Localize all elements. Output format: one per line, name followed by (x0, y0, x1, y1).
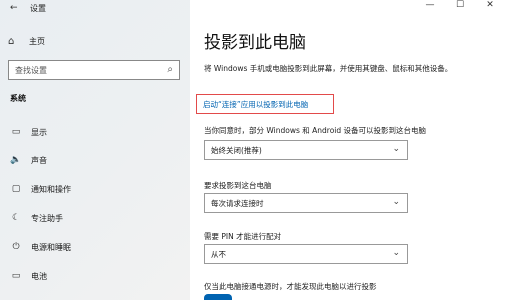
minimize-button[interactable]: — (423, 0, 437, 12)
section-label: 系统 (10, 94, 26, 103)
maximize-button[interactable]: ☐ (453, 0, 467, 12)
setting-label-power-only: 仅当此电脑接通电源时，才能发现此电脑以进行投影 (204, 282, 377, 291)
monitor-icon: ▭ (11, 127, 21, 137)
power-icon: ⏻ (12, 242, 20, 252)
dropdown-value: 每次请求连接时 (211, 198, 264, 208)
sidebar-item-battery[interactable]: ▭ 电池 (8, 268, 47, 284)
battery-icon: ▭ (11, 271, 21, 281)
page-description: 将 Windows 手机或电脑投影到此屏幕，并使用其键盘、鼠标和其他设备。 (204, 64, 453, 73)
chevron-down-icon: ⌄ (392, 144, 400, 154)
search-input[interactable] (15, 65, 155, 75)
dropdown-value: 从不 (211, 249, 226, 259)
sidebar-item-display[interactable]: ▭ 显示 (8, 124, 47, 140)
setting-label-ask-to-project: 要求投影到这台电脑 (204, 181, 272, 190)
search-box[interactable]: ⌕ (8, 60, 180, 80)
page-title: 投影到此电脑 (204, 33, 306, 53)
main-panel: — ☐ ✕ 投影到此电脑 将 Windows 手机或电脑投影到此屏幕，并使用其键… (190, 0, 506, 300)
sidebar-item-label: 通知和操作 (31, 184, 71, 194)
sidebar-item-label: 声音 (31, 155, 47, 165)
setting-label-availability: 当你同意时，部分 Windows 和 Android 设备可以投影到这台电脑 (204, 126, 427, 135)
sidebar-item-label: 显示 (31, 127, 47, 137)
chevron-down-icon: ⌄ (392, 248, 400, 258)
sidebar-item-focus-assist[interactable]: ☾ 专注助手 (8, 210, 63, 226)
chevron-down-icon: ⌄ (392, 197, 400, 207)
sidebar-item-label: 主页 (29, 36, 45, 46)
back-arrow-icon[interactable]: ← (10, 3, 18, 13)
dropdown-value: 始终关闭(推荐) (211, 145, 262, 155)
moon-icon: ☾ (11, 213, 21, 223)
power-only-toggle[interactable] (204, 294, 232, 300)
sidebar-item-home[interactable]: ⌂ 主页 (8, 33, 45, 49)
window-title: 设置 (30, 4, 46, 13)
ask-to-project-dropdown[interactable]: 每次请求连接时 ⌄ (204, 193, 408, 213)
highlight-box: 启动“连接”应用以投影到此电脑 (196, 94, 334, 114)
sidebar-item-label: 专注助手 (31, 213, 63, 223)
sidebar-item-notifications[interactable]: ▢ 通知和操作 (8, 181, 71, 197)
notification-icon: ▢ (11, 184, 21, 194)
sidebar-item-power-sleep[interactable]: ⏻ 电源和睡眠 (8, 239, 71, 255)
home-icon: ⌂ (8, 35, 15, 47)
launch-connect-app-link[interactable]: 启动“连接”应用以投影到此电脑 (203, 99, 308, 110)
sidebar-item-label: 电源和睡眠 (31, 242, 71, 252)
availability-dropdown[interactable]: 始终关闭(推荐) ⌄ (204, 140, 408, 160)
close-button[interactable]: ✕ (483, 0, 497, 12)
speaker-icon: 🔈 (10, 155, 22, 165)
require-pin-dropdown[interactable]: 从不 ⌄ (204, 244, 408, 264)
search-icon[interactable]: ⌕ (167, 64, 173, 75)
setting-label-require-pin: 需要 PIN 才能进行配对 (204, 232, 282, 241)
sidebar-item-label: 电池 (31, 271, 47, 281)
sidebar: ← 设置 ⌂ 主页 ⌕ 系统 ▭ 显示 🔈 声音 ▢ 通知和操作 ☾ 专注助手 … (0, 0, 190, 300)
sidebar-item-sound[interactable]: 🔈 声音 (8, 152, 47, 168)
